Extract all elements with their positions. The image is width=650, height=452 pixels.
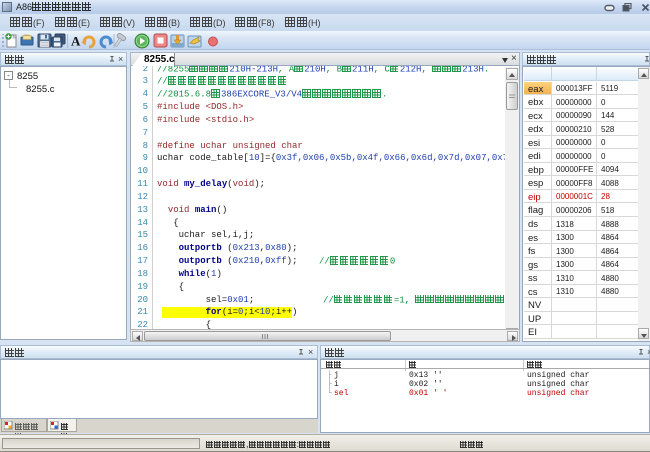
svg-text:A: A [71,34,81,49]
